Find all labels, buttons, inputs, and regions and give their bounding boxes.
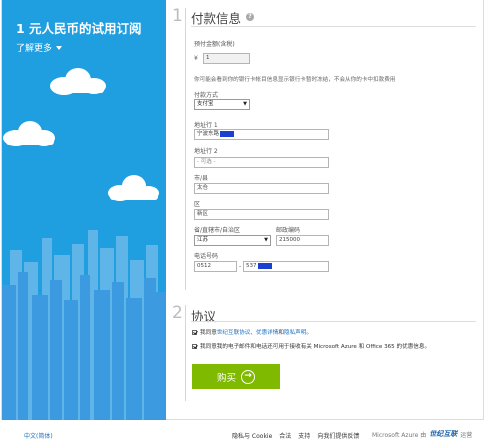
phone-label: 电话号码: [194, 253, 219, 260]
city-label: 市/县: [194, 175, 209, 182]
phone-number-value: 537: [246, 263, 257, 269]
cloud-icon: [50, 68, 106, 95]
buy-button-label: 购买: [216, 372, 236, 384]
address1-field[interactable]: 宁波东路: [194, 129, 329, 140]
brand-suffix: 运营: [460, 431, 473, 439]
title-rule: [191, 321, 476, 322]
payment-method-value: 支付宝: [197, 101, 214, 107]
province-select[interactable]: 江苏 ▼: [194, 235, 271, 246]
payment-note: 你可能会看到你的银行卡帐目信息显示银行卡暂时冻结，不会从你的卡中扣款费用: [194, 77, 396, 83]
step-number: 2: [172, 303, 183, 323]
checkbox-checked-icon[interactable]: [192, 329, 197, 335]
city-skyline-illustration: [2, 68, 166, 420]
cloud-icon: [3, 121, 55, 146]
step-divider: [185, 305, 186, 401]
promo-panel: 1 元人民币的试用订阅 了解更多: [2, 0, 166, 420]
cloud-icon: [108, 175, 159, 201]
payment-method-select[interactable]: 支付宝 ▼: [194, 99, 250, 110]
province-value: 江苏: [197, 237, 209, 243]
phone-number-field[interactable]: 537: [243, 261, 329, 272]
brand-logo: 世纪互联: [429, 430, 458, 438]
redaction-block: [220, 130, 235, 137]
address2-field[interactable]: - 可选 -: [194, 157, 329, 168]
phone-separator: -: [239, 263, 242, 270]
language-selector[interactable]: 中文(简体): [24, 431, 53, 440]
province-label: 省/直辖市/自治区: [194, 227, 241, 234]
dropdown-arrow-icon: ▼: [264, 237, 268, 243]
agree-marketing-row: 我同意我的电子邮件和电话还可用于接收有关 Microsoft Azure 和 O…: [192, 342, 430, 350]
address2-label: 地址行 2: [194, 148, 218, 155]
payment-method-label: 付款方式: [194, 92, 219, 99]
checkbox-checked-icon[interactable]: [192, 343, 197, 349]
step-number: 1: [172, 6, 183, 26]
buy-button[interactable]: 购买 →: [192, 364, 280, 389]
offer-details-link[interactable]: 优惠详情: [256, 330, 278, 336]
redaction-block: [257, 262, 272, 269]
address1-value: 宁波东路: [197, 131, 220, 137]
title-rule: [191, 26, 476, 27]
dropdown-arrow-icon: ▼: [243, 101, 247, 107]
help-circle-icon[interactable]: ?: [246, 13, 254, 21]
section-title-agreement: 协议: [191, 309, 217, 324]
postcode-label: 邮政编码: [276, 227, 301, 234]
learn-more-link[interactable]: 了解更多: [16, 41, 63, 54]
footer-link-privacy[interactable]: 隐私与 Cookie: [232, 431, 272, 440]
step-divider: [185, 8, 186, 290]
footer-link-feedback[interactable]: 向我们提供反馈: [317, 431, 359, 440]
chevron-down-icon: [56, 45, 63, 50]
city-field[interactable]: 太仓: [194, 183, 329, 194]
arrow-right-circle-icon: →: [241, 369, 255, 384]
district-label: 区: [194, 201, 201, 208]
district-field[interactable]: 新区: [194, 209, 329, 220]
footer-brand: Microsoft Azure 由 世纪互联 运营: [372, 429, 472, 439]
privacy-statement-link[interactable]: 隐私声明: [284, 330, 306, 336]
phone-area-field[interactable]: 0512: [194, 261, 237, 272]
footer-link-legal[interactable]: 合法: [279, 431, 291, 440]
currency-symbol: ¥: [194, 55, 198, 62]
agree-terms-row: 我同意世纪互联协议、优惠详情和隐私声明。: [192, 328, 312, 336]
amount-field: 1: [203, 53, 250, 64]
learn-more-label: 了解更多: [16, 44, 53, 54]
section-title-payment: 付款信息: [191, 11, 242, 26]
agree-marketing-label: 我同意我的电子邮件和电话还可用于接收有关 Microsoft Azure 和 O…: [200, 344, 431, 350]
agree1-end: 。: [306, 330, 312, 336]
footer-links: 隐私与 Cookie 合法 支持 向我们提供反馈: [232, 431, 359, 440]
amount-label: 预付金额(含税): [194, 41, 235, 48]
footer-link-support[interactable]: 支持: [298, 431, 310, 440]
address1-label: 地址行 1: [194, 122, 218, 129]
agreement-link[interactable]: 世纪互联协议: [217, 330, 251, 336]
postcode-field[interactable]: 215000: [276, 235, 329, 246]
agree1-prefix: 我同意: [200, 330, 217, 336]
promo-title: 1 元人民币的试用订阅: [16, 21, 142, 36]
page: 1 元人民币的试用订阅 了解更多 1 付款信息 ? 预付金额(含税) ¥ 1 你…: [0, 0, 500, 443]
brand-prefix: Microsoft Azure 由: [372, 431, 427, 439]
